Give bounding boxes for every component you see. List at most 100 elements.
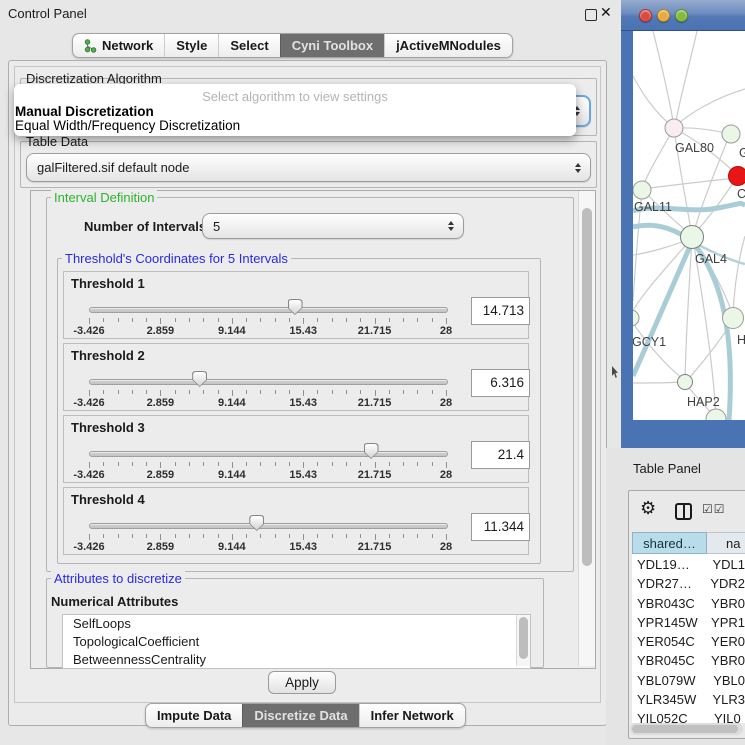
tick-mark — [360, 318, 361, 322]
network-edge — [642, 128, 674, 189]
vertical-scrollbar-thumb[interactable] — [582, 208, 592, 566]
threshold-label: Threshold 3 — [71, 420, 145, 435]
tab-cyni-toolbox[interactable]: Cyni Toolbox — [280, 34, 384, 57]
popup-item-equal-width-frequency-discretization[interactable]: Equal Width/Frequency Discretization — [15, 118, 240, 133]
attributes-scrollbar[interactable] — [516, 615, 530, 666]
tick-mark — [289, 390, 290, 394]
table-row[interactable]: YBR043CYBR0 — [632, 594, 745, 613]
split-columns-icon[interactable] — [675, 503, 692, 520]
table-row[interactable]: YBR045CYBR0 — [632, 651, 745, 670]
attribute-item-betweennesscentrality[interactable]: BetweennessCentrality — [63, 651, 530, 669]
network-node[interactable] — [723, 308, 744, 329]
column-header-name[interactable]: na — [707, 532, 745, 554]
network-node[interactable] — [665, 119, 683, 137]
numerical-attributes-list[interactable]: SelfLoopsTopologicalCoefficientBetweenne… — [62, 614, 531, 669]
cell-name: YDR2 — [707, 574, 745, 593]
tick-mark — [89, 462, 90, 468]
tick-mark — [218, 534, 219, 538]
tick-mark — [203, 318, 204, 322]
vertical-scrollbar[interactable] — [578, 191, 595, 666]
tick-label: 15.43 — [275, 325, 331, 337]
minimize-light[interactable] — [657, 9, 670, 22]
network-node[interactable] — [678, 375, 693, 390]
slider-track[interactable] — [89, 451, 448, 457]
slider-track[interactable] — [89, 307, 448, 313]
tick-mark — [446, 318, 447, 324]
screenshot-root: Control Panel ✕ NetworkStyleSelectCyni T… — [0, 0, 745, 745]
tick-mark — [118, 390, 119, 394]
table-row[interactable]: YPR145WYPR1 — [632, 613, 745, 632]
tab-discretize-data[interactable]: Discretize Data — [242, 704, 358, 727]
attribute-item-topologicalcoefficient[interactable]: TopologicalCoefficient — [63, 633, 530, 651]
threshold-panel-4: Threshold 4-3.4262.8599.14415.4321.71528… — [63, 487, 529, 555]
network-window-titlebar[interactable] — [621, 0, 745, 31]
attribute-item-selfloops[interactable]: SelfLoops — [63, 615, 530, 633]
tab-infer-network[interactable]: Infer Network — [359, 704, 465, 727]
tick-mark — [218, 318, 219, 322]
tick-label: 28 — [418, 325, 474, 337]
tick-mark — [118, 462, 119, 466]
cell-name: YLR3 — [709, 690, 745, 709]
tick-mark — [232, 462, 233, 468]
tab-label: Discretize Data — [254, 708, 347, 723]
table-row[interactable]: YIL052CYIL0 — [632, 709, 745, 723]
network-edge — [653, 31, 674, 127]
network-node[interactable] — [633, 181, 651, 199]
threshold-value-field[interactable]: 11.344 — [471, 513, 530, 541]
slider-track[interactable] — [89, 379, 448, 385]
tab-style[interactable]: Style — [164, 34, 218, 57]
cell-name: YBR0 — [708, 651, 745, 670]
table-data-combobox[interactable]: galFiltered.sif default node — [26, 153, 591, 182]
network-node[interactable] — [681, 226, 704, 249]
threshold-panel-2: Threshold 2-3.4262.8599.14415.4321.71528… — [63, 343, 529, 411]
apply-button[interactable]: Apply — [268, 671, 336, 694]
zoom-light[interactable] — [675, 9, 688, 22]
slider-track[interactable] — [89, 523, 448, 529]
close-light[interactable] — [639, 9, 652, 22]
threshold-value-field[interactable]: 21.4 — [471, 441, 530, 469]
float-window-icon[interactable] — [585, 9, 597, 21]
close-icon[interactable]: ✕ — [600, 4, 612, 21]
threshold-value-field[interactable]: 6.316 — [471, 369, 530, 397]
tick-mark — [146, 462, 147, 466]
table-row[interactable]: YDL19…YDL1 — [632, 555, 745, 574]
table-row[interactable]: YER054CYER0 — [632, 632, 745, 651]
popup-item-manual-discretization[interactable]: Manual Discretization — [15, 104, 154, 119]
network-view-window: GAL80GCGAL11GAL4GCY1HHAP2 — [621, 0, 745, 448]
tick-mark — [89, 390, 90, 396]
tick-label: 21.715 — [347, 397, 403, 409]
tick-mark — [246, 462, 247, 466]
tick-mark — [303, 390, 304, 396]
cell-shared-name: YBR043C — [632, 594, 708, 613]
threshold-value-field[interactable]: 14.713 — [471, 297, 530, 325]
table-row[interactable]: YBL079WYBL0 — [632, 671, 745, 690]
table-hscrollbar-thumb[interactable] — [632, 725, 738, 733]
tick-label: 21.715 — [347, 325, 403, 337]
checkboxes-icon[interactable]: ☑☑ — [702, 502, 726, 516]
tick-mark — [203, 390, 204, 394]
tick-mark — [175, 534, 176, 538]
tab-network[interactable]: Network — [73, 34, 164, 57]
tab-jactivemnodules[interactable]: jActiveMNodules — [384, 34, 512, 57]
tick-label: 21.715 — [347, 469, 403, 481]
node-label: G — [739, 146, 745, 160]
network-node[interactable] — [729, 167, 745, 186]
column-header-shared[interactable]: shared… — [632, 532, 707, 554]
tick-mark — [260, 390, 261, 394]
table-row[interactable]: YLR345WYLR3 — [632, 690, 745, 709]
cell-shared-name: YDL19… — [632, 555, 709, 574]
table-row[interactable]: YDR27…YDR2 — [632, 574, 745, 593]
node-label: GCY1 — [633, 335, 666, 349]
tab-select[interactable]: Select — [218, 34, 279, 57]
network-edge — [733, 236, 745, 316]
attributes-scrollbar-thumb[interactable] — [519, 617, 528, 659]
table-horizontal-scrollbar[interactable] — [630, 723, 743, 735]
network-canvas[interactable]: GAL80GCGAL11GAL4GCY1HHAP2 — [633, 31, 745, 420]
network-node[interactable] — [722, 125, 740, 143]
gear-icon[interactable]: ⚙ — [640, 498, 656, 519]
threshold-label: Threshold 2 — [71, 348, 145, 363]
tab-impute-data[interactable]: Impute Data — [146, 704, 242, 727]
tick-mark — [118, 318, 119, 322]
number-of-intervals-combobox[interactable]: 5 — [202, 213, 464, 239]
network-node[interactable] — [633, 310, 639, 326]
